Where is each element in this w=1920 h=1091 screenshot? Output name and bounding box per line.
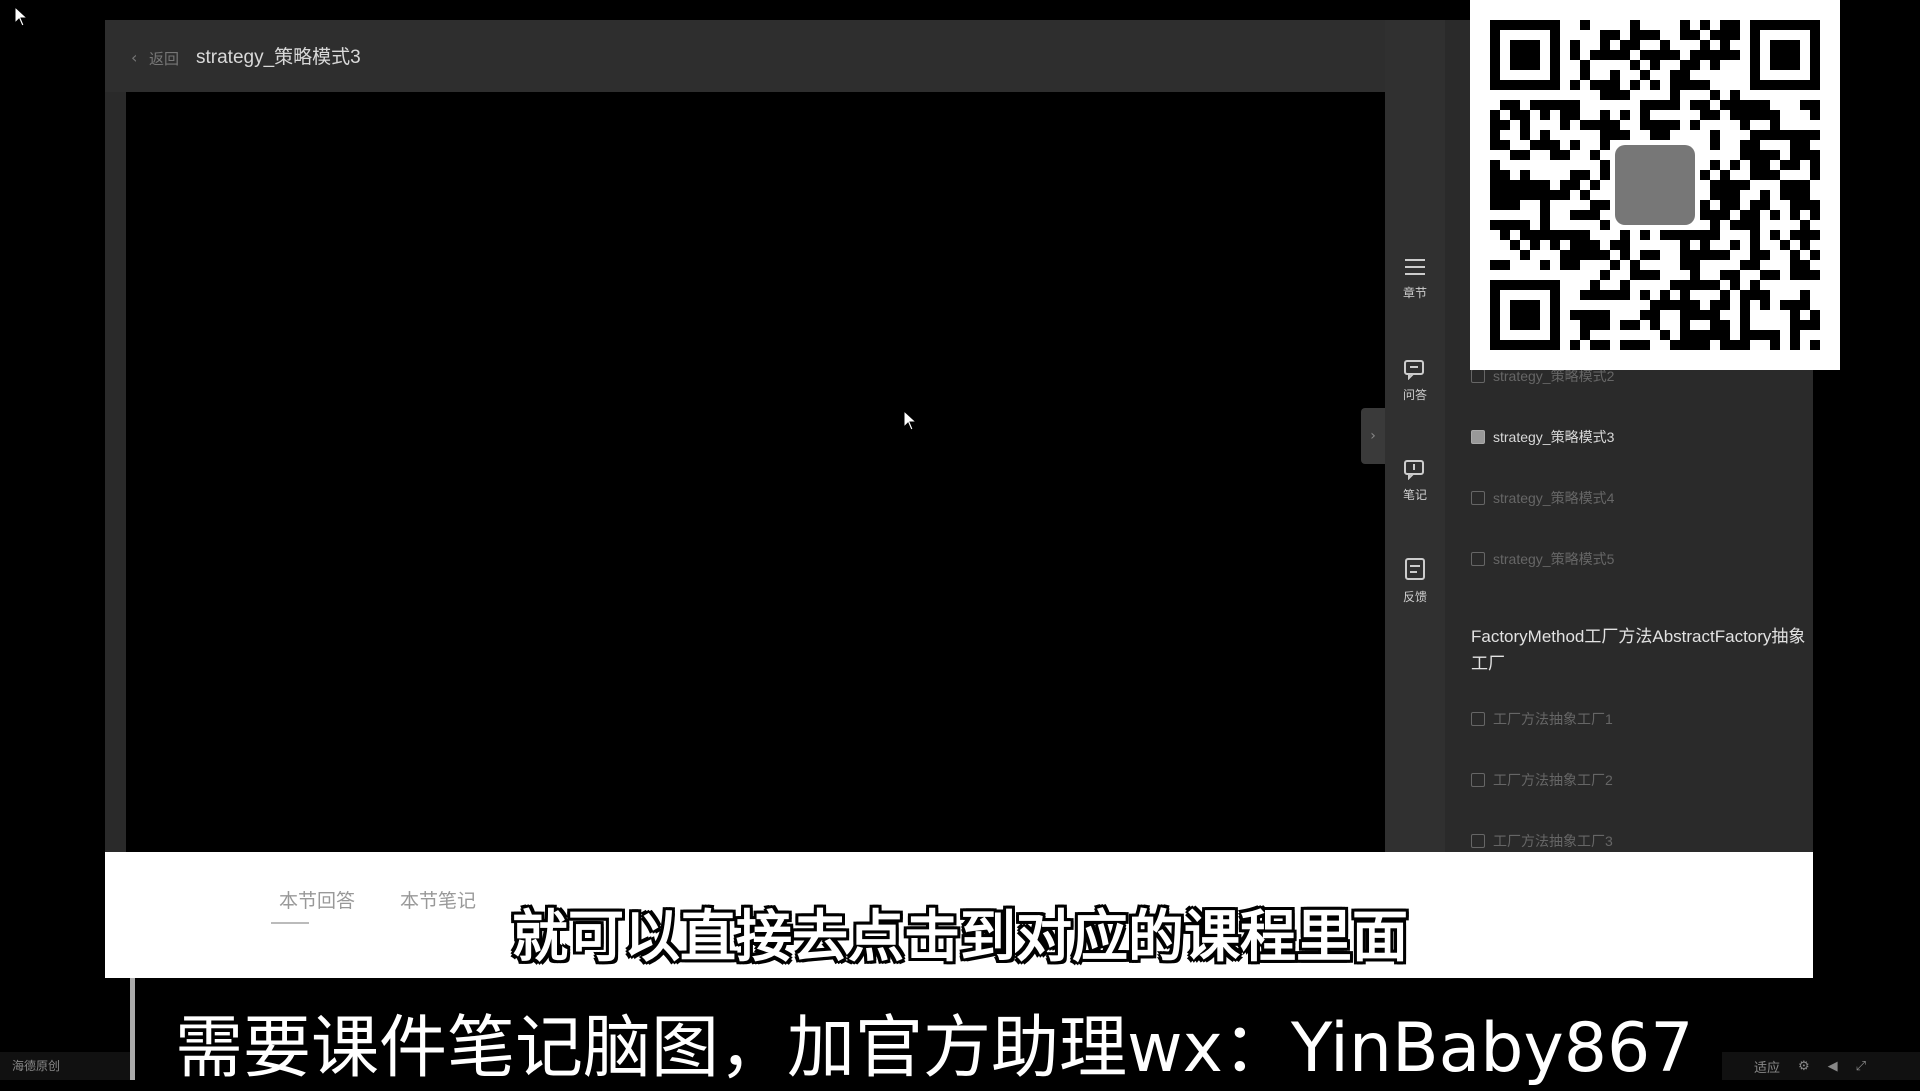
panel-collapse-handle[interactable]: › <box>1361 408 1385 464</box>
taskbar-label: 海德原创 <box>12 1059 61 1073</box>
lesson-box-icon <box>1471 834 1485 848</box>
lesson-label: 工厂方法抽象工厂2 <box>1493 772 1613 788</box>
tab-label: 问答 <box>1402 388 1427 402</box>
note-icon <box>1404 460 1424 481</box>
tab-notes[interactable]: 笔记 <box>1385 456 1445 503</box>
lesson-item[interactable]: 工厂方法抽象工厂2 <box>1471 769 1613 791</box>
lesson-label: strategy_策略模式4 <box>1493 490 1615 506</box>
chat-bubble-icon <box>1404 360 1424 381</box>
mouse-cursor-icon <box>14 6 29 27</box>
lesson-label: 工厂方法抽象工厂1 <box>1493 711 1613 727</box>
fullscreen-icon[interactable]: ⤢ <box>1856 1059 1866 1074</box>
lesson-item[interactable]: strategy_策略模式5 <box>1471 548 1614 570</box>
mouse-cursor-icon <box>903 410 918 431</box>
tab-qa[interactable]: 问答 <box>1385 356 1445 403</box>
lesson-box-icon <box>1471 369 1485 383</box>
avatar <box>1615 145 1695 225</box>
tab-label: 章节 <box>1402 286 1427 300</box>
side-toolbar: 章节 问答 笔记 反馈 <box>1385 20 1445 852</box>
tab-feedback[interactable]: 反馈 <box>1385 556 1445 605</box>
title-bar: ‹ 返回 strategy_策略模式3 <box>105 20 1385 92</box>
video-player[interactable] <box>126 92 1385 852</box>
lesson-box-icon <box>1471 430 1485 444</box>
settings-icon[interactable]: ⚙ <box>1798 1059 1810 1074</box>
lesson-item[interactable]: 工厂方法抽象工厂3 <box>1471 830 1613 852</box>
taskbar-left: 海德原创 <box>0 1052 130 1080</box>
tab-label: 笔记 <box>1402 488 1427 502</box>
lesson-box-icon <box>1471 773 1485 787</box>
lesson-box-icon <box>1471 552 1485 566</box>
lesson-box-icon <box>1471 712 1485 726</box>
lesson-item[interactable]: strategy_策略模式4 <box>1471 487 1614 509</box>
tab-chapters[interactable]: 章节 <box>1385 256 1445 301</box>
list-icon <box>1405 259 1425 275</box>
lesson-item-current[interactable]: strategy_策略模式3 <box>1471 426 1614 448</box>
tab-label: 反馈 <box>1402 590 1427 604</box>
edit-icon <box>1405 558 1425 580</box>
chevron-left-icon[interactable]: ‹ <box>131 48 137 67</box>
qr-code <box>1470 0 1840 370</box>
lesson-label: strategy_策略模式3 <box>1493 429 1615 445</box>
chevron-right-icon: › <box>1370 428 1376 444</box>
lesson-label: 工厂方法抽象工厂3 <box>1493 833 1613 849</box>
promo-caption: 需要课件笔记脑图，加官方助理wx：YinBaby867 <box>175 1009 1694 1088</box>
fit-button[interactable]: 适应 <box>1754 1057 1780 1076</box>
lesson-label: strategy_策略模式5 <box>1493 551 1615 567</box>
page-title: strategy_策略模式3 <box>196 47 361 68</box>
video-subtitle: 就可以直接去点击到对应的课程里面 <box>512 905 1408 970</box>
volume-icon[interactable]: ◀ <box>1828 1059 1838 1074</box>
lesson-box-icon <box>1471 491 1485 505</box>
back-link[interactable]: 返回 <box>149 48 179 69</box>
section-title: FactoryMethod工厂方法AbstractFactory抽象工厂 <box>1471 627 1806 673</box>
lesson-item[interactable]: 工厂方法抽象工厂1 <box>1471 708 1613 730</box>
player-controls: 适应 ⚙ ◀ ⤢ <box>1722 1052 1920 1080</box>
